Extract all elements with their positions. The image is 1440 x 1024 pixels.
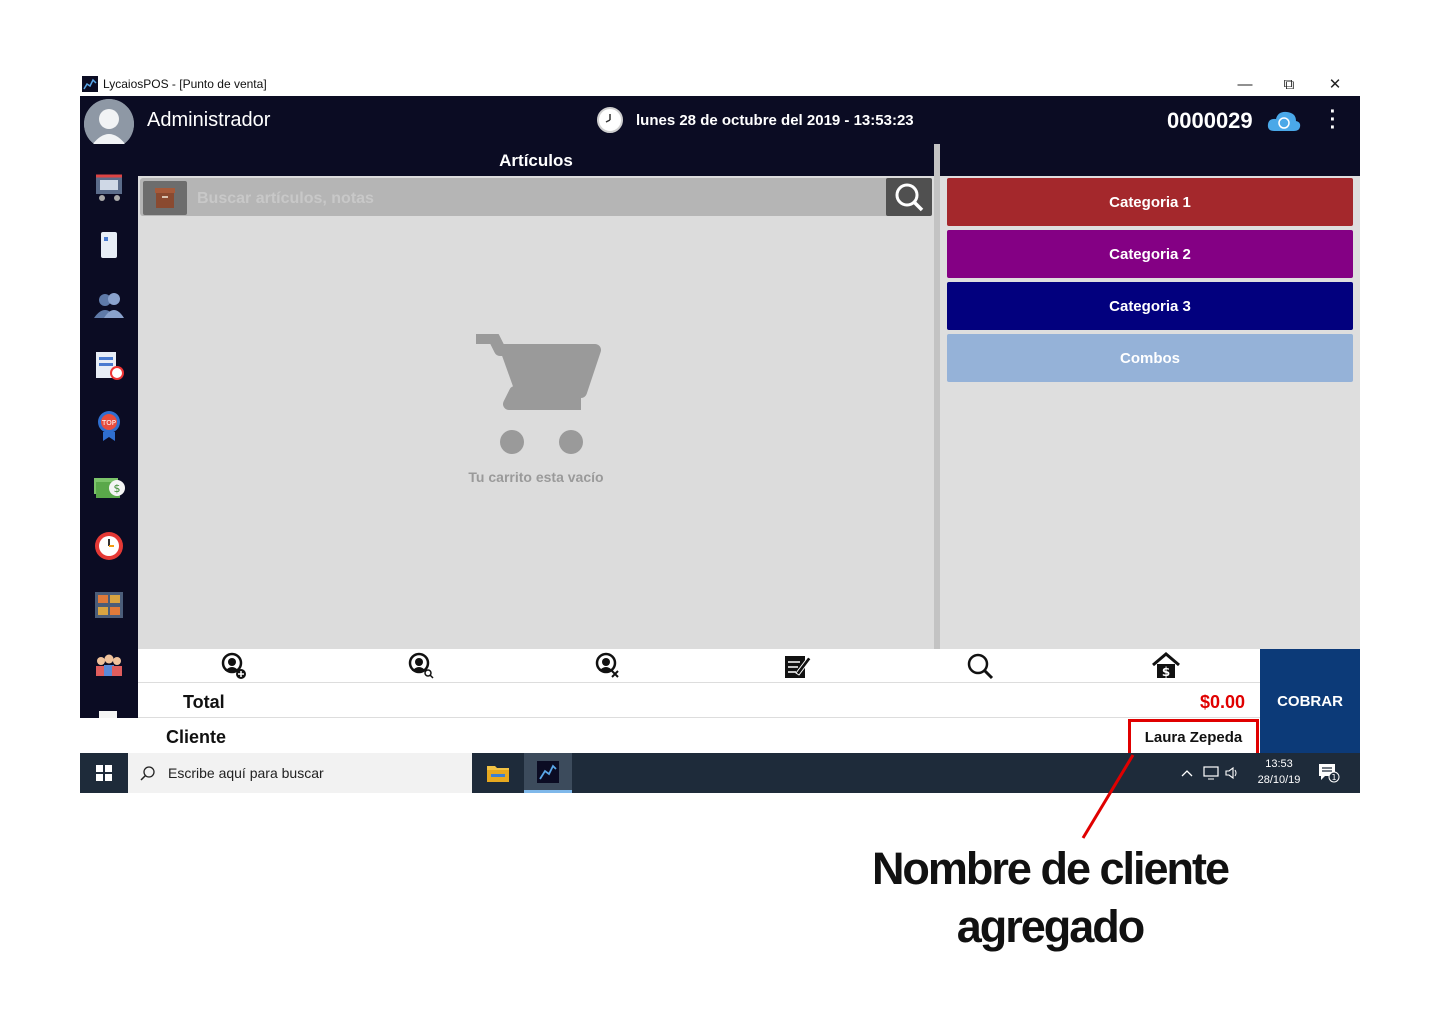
magnifier-icon — [140, 766, 155, 781]
search-icon[interactable] — [965, 651, 995, 681]
total-value: $0.00 — [1199, 692, 1245, 712]
ticket-number: 0000029 — [1167, 108, 1253, 133]
svg-text:$: $ — [114, 482, 121, 495]
client-name: Laura Zepeda — [1128, 719, 1259, 756]
annotation-line-1: Nombre de cliente — [871, 843, 1230, 894]
notes-icon[interactable] — [92, 228, 126, 262]
categories-header — [940, 144, 1360, 176]
sale-cart-icon[interactable] — [92, 168, 126, 202]
remove-client-icon[interactable] — [592, 651, 622, 681]
empty-cart-icon — [474, 332, 604, 458]
taskbar-date: 28/10/19 — [1257, 774, 1301, 786]
taskbar-search-input[interactable]: Escribe aquí para buscar — [168, 765, 324, 781]
app-header: Administrador lunes 28 de octubre del 20… — [80, 96, 1360, 149]
windows-start-icon[interactable] — [80, 753, 128, 793]
client-label: Cliente — [166, 727, 227, 747]
search-button[interactable] — [886, 178, 932, 216]
taskbar-search[interactable]: Escribe aquí para buscar — [128, 753, 472, 793]
sidebar: TOP $ — [80, 144, 138, 753]
clock-icon — [597, 107, 623, 133]
avatar[interactable] — [84, 99, 134, 149]
minimize-button[interactable]: — — [1222, 72, 1268, 96]
empty-cart-message: Tu carrito esta vacío — [468, 469, 604, 485]
total-label: Total — [183, 692, 225, 712]
timer-icon[interactable] — [92, 528, 126, 562]
cloud-sync-icon[interactable] — [1266, 109, 1302, 133]
home-price-icon[interactable]: $ — [1151, 651, 1181, 681]
more-options-icon[interactable]: · · · — [1326, 102, 1340, 138]
client-row: Cliente Laura Zepeda — [80, 718, 1260, 756]
annotation-caption: Nombre de cliente agregado — [860, 840, 1240, 956]
articles-title: Artículos — [499, 151, 573, 170]
search-client-icon[interactable] — [405, 651, 435, 681]
clients-icon[interactable] — [92, 288, 126, 322]
articles-header: Artículos — [138, 144, 934, 176]
add-client-icon[interactable] — [218, 651, 248, 681]
maximize-button[interactable]: ⧉ — [1266, 72, 1312, 96]
category-button[interactable]: Categoria 3 — [947, 282, 1353, 330]
report-schedule-icon[interactable] — [92, 348, 126, 382]
client-toolbar: $ — [138, 649, 1260, 683]
svg-text:1: 1 — [1331, 773, 1336, 782]
article-search-bar: Buscar artículos, notas — [140, 178, 932, 216]
window-title: LycaiosPOS - [Punto de venta] — [103, 77, 267, 91]
file-explorer-icon[interactable] — [486, 762, 510, 784]
user-name: Administrador — [147, 109, 271, 131]
current-datetime: lunes 28 de octubre del 2019 - 13:53:23 — [636, 112, 914, 129]
svg-text:TOP: TOP — [101, 419, 116, 427]
taskbar-time: 13:53 — [1265, 758, 1293, 770]
taskbar-clock[interactable]: 13:53 28/10/19 — [1254, 756, 1304, 788]
category-button[interactable]: Categoria 1 — [947, 178, 1353, 226]
article-search-input[interactable]: Buscar artículos, notas — [197, 190, 374, 208]
system-tray-icons[interactable] — [1180, 765, 1240, 784]
total-row: Total $0.00 — [138, 683, 1260, 718]
lycaiospos-taskbar-icon[interactable] — [524, 753, 572, 793]
top-badge-icon[interactable]: TOP — [92, 408, 126, 442]
archive-box-icon[interactable] — [143, 181, 187, 215]
notes-icon[interactable] — [782, 651, 812, 681]
annotation-line-2: agregado — [956, 901, 1146, 952]
category-button[interactable]: Categoria 2 — [947, 230, 1353, 278]
combos-button[interactable]: Combos — [947, 334, 1353, 382]
inventory-shelf-icon[interactable] — [92, 588, 126, 622]
svg-text:$: $ — [1162, 665, 1170, 679]
categories-pane: Categoria 1 Categoria 2 Categoria 3 Comb… — [940, 176, 1360, 649]
app-logo-icon — [82, 76, 98, 92]
charge-button[interactable]: COBRAR — [1260, 649, 1360, 753]
cash-icon[interactable]: $ — [92, 468, 126, 502]
window-titlebar: LycaiosPOS - [Punto de venta] — ⧉ ✕ — [80, 72, 1360, 96]
users-group-icon[interactable] — [92, 648, 126, 682]
windows-taskbar: Escribe aquí para buscar 13:53 28/10/19 … — [80, 753, 1360, 793]
close-button[interactable]: ✕ — [1312, 72, 1358, 96]
notifications-icon[interactable]: 1 — [1318, 763, 1340, 783]
articles-pane: Buscar artículos, notas Tu carrito esta … — [138, 176, 934, 649]
